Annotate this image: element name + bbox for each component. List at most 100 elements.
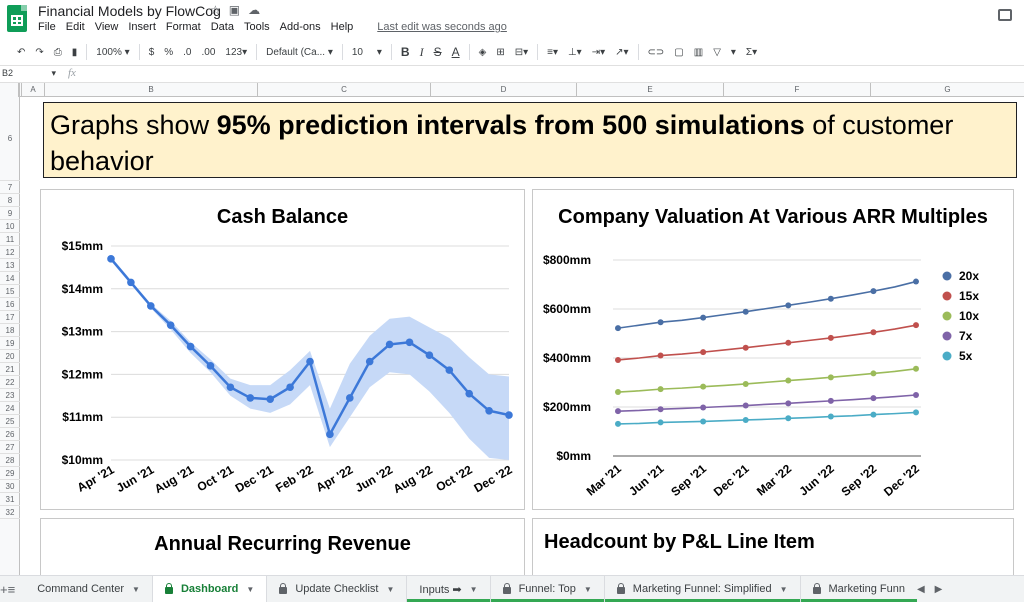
document-title[interactable]: Financial Models by FlowCog — [38, 3, 221, 19]
row-header-28[interactable]: 28 — [0, 454, 20, 467]
row-header-10[interactable]: 10 — [0, 220, 20, 233]
column-header-g[interactable]: G — [870, 83, 1024, 97]
chevron-down-icon[interactable]: ▼ — [780, 585, 788, 594]
cash-balance-chart[interactable]: Cash Balance $10mm $11mm $12mm $13mm $14mm $1… — [40, 189, 525, 510]
menu-file[interactable]: File — [38, 21, 56, 33]
cloud-status-icon[interactable]: ☁ — [248, 3, 260, 17]
italic-button[interactable]: I — [415, 45, 429, 60]
row-header-29[interactable]: 29 — [0, 467, 20, 480]
chevron-down-icon[interactable]: ▼ — [470, 585, 478, 594]
tab-command-center[interactable]: Command Center ▼ — [25, 576, 153, 602]
menu-insert[interactable]: Insert — [128, 21, 156, 33]
scroll-tabs-right-icon[interactable]: ▶ — [935, 584, 943, 595]
filter-icon[interactable]: ▽ — [708, 47, 726, 58]
add-sheet-icon[interactable]: + — [0, 582, 8, 597]
row-header-15[interactable]: 15 — [0, 285, 20, 298]
horizontal-align-icon[interactable]: ≡▾ — [542, 47, 563, 58]
insert-link-icon[interactable]: ⊂⊃ — [643, 47, 670, 58]
text-color-button[interactable]: A — [447, 45, 465, 59]
currency-format-button[interactable]: $ — [144, 47, 160, 58]
row-header-30[interactable]: 30 — [0, 480, 20, 493]
chevron-down-icon[interactable]: ▼ — [584, 585, 592, 594]
chevron-down-icon[interactable]: ▼ — [246, 585, 254, 594]
column-header-d[interactable]: D — [430, 83, 576, 97]
font-select[interactable]: Default (Ca... ▾ — [261, 47, 338, 58]
insert-comment-icon[interactable]: ▢ — [669, 47, 688, 58]
name-box[interactable]: B2 ▾ — [0, 68, 60, 79]
tab-marketing-funnel-simplified[interactable]: Marketing Funnel: Simplified ▼ — [604, 576, 801, 602]
valuation-chart[interactable]: Company Valuation At Various ARR Multipl… — [532, 189, 1014, 510]
print-icon[interactable]: ⎙ — [49, 47, 67, 58]
sheets-logo-icon[interactable] — [7, 5, 27, 32]
row-header-25[interactable]: 25 — [0, 415, 20, 428]
chevron-down-icon[interactable]: ▼ — [386, 585, 394, 594]
row-header-31[interactable]: 31 — [0, 493, 20, 506]
menu-format[interactable]: Format — [166, 21, 201, 33]
all-sheets-icon[interactable]: ≡ — [8, 582, 16, 597]
text-wrap-icon[interactable]: ⇥▾ — [587, 47, 610, 58]
headcount-chart[interactable]: Headcount by P&L Line Item — [532, 518, 1014, 575]
bold-button[interactable]: B — [396, 45, 415, 59]
sheet-grid[interactable]: Graphs show 95% prediction intervals fro… — [20, 97, 1024, 575]
row-header-26[interactable]: 26 — [0, 428, 20, 441]
row-header-13[interactable]: 13 — [0, 259, 20, 272]
row-header-23[interactable]: 23 — [0, 389, 20, 402]
menu-tools[interactable]: Tools — [244, 21, 270, 33]
row-header-14[interactable]: 14 — [0, 272, 20, 285]
star-icon[interactable]: ☆ — [210, 3, 221, 17]
more-formats-button[interactable]: 123▾ — [220, 47, 252, 58]
menu-edit[interactable]: Edit — [66, 21, 85, 33]
row-header-17[interactable]: 17 — [0, 311, 20, 324]
tab-funnel-top[interactable]: Funnel: Top ▼ — [490, 576, 605, 602]
column-header-f[interactable]: F — [723, 83, 870, 97]
decrease-decimal-button[interactable]: .0 — [178, 47, 196, 58]
functions-button[interactable]: Σ▾ — [741, 47, 762, 58]
banner-cell[interactable]: Graphs show 95% prediction intervals fro… — [43, 102, 1017, 178]
menu-view[interactable]: View — [95, 21, 119, 33]
undo-icon[interactable]: ↶ — [12, 47, 30, 58]
row-header-20[interactable]: 20 — [0, 350, 20, 363]
row-header-32[interactable]: 32 — [0, 506, 20, 519]
row-header-27[interactable]: 27 — [0, 441, 20, 454]
redo-icon[interactable]: ↷ — [30, 47, 48, 58]
move-folder-icon[interactable]: ▣ — [229, 3, 240, 17]
tab-marketing-funnel[interactable]: Marketing Funn — [800, 576, 918, 602]
last-edit-link[interactable]: Last edit was seconds ago — [377, 21, 507, 33]
column-header-a[interactable]: A — [21, 83, 44, 97]
strikethrough-button[interactable]: S — [429, 45, 447, 59]
row-header-22[interactable]: 22 — [0, 376, 20, 389]
fill-color-icon[interactable]: ◈ — [474, 47, 492, 58]
tab-dashboard[interactable]: Dashboard ▼ — [152, 576, 268, 602]
row-header-16[interactable]: 16 — [0, 298, 20, 311]
insert-chart-icon[interactable]: ▥ — [689, 47, 708, 58]
filter-views-icon[interactable]: ▾ — [726, 47, 741, 58]
menu-help[interactable]: Help — [331, 21, 354, 33]
comment-history-icon[interactable] — [998, 9, 1012, 21]
chevron-down-icon[interactable]: ▼ — [132, 585, 140, 594]
arr-chart[interactable]: Annual Recurring Revenue — [40, 518, 525, 575]
row-header-11[interactable]: 11 — [0, 233, 20, 246]
row-header-7[interactable]: 7 — [0, 181, 20, 194]
row-header-12[interactable]: 12 — [0, 246, 20, 259]
row-header-8[interactable]: 8 — [0, 194, 20, 207]
vertical-align-icon[interactable]: ⊥▾ — [563, 47, 587, 58]
select-all-corner[interactable] — [0, 83, 20, 97]
menu-data[interactable]: Data — [211, 21, 234, 33]
menu-addons[interactable]: Add-ons — [280, 21, 321, 33]
zoom-select[interactable]: 100% ▾ — [91, 47, 134, 58]
tab-update-checklist[interactable]: Update Checklist ▼ — [267, 576, 408, 602]
scroll-tabs-left-icon[interactable]: ◀ — [917, 584, 925, 595]
increase-decimal-button[interactable]: .00 — [197, 47, 221, 58]
row-header-9[interactable]: 9 — [0, 207, 20, 220]
percent-format-button[interactable]: % — [159, 47, 178, 58]
column-header-b[interactable]: B — [44, 83, 257, 97]
text-rotation-icon[interactable]: ↗▾ — [610, 47, 633, 58]
column-header-c[interactable]: C — [257, 83, 430, 97]
name-box-dropdown-icon[interactable]: ▾ — [52, 68, 57, 78]
row-header-18[interactable]: 18 — [0, 324, 20, 337]
row-header-19[interactable]: 19 — [0, 337, 20, 350]
merge-cells-icon[interactable]: ⊟▾ — [510, 47, 533, 58]
column-header-e[interactable]: E — [576, 83, 723, 97]
row-header-21[interactable]: 21 — [0, 363, 20, 376]
font-size-select[interactable]: 10 ▾ — [347, 47, 387, 58]
